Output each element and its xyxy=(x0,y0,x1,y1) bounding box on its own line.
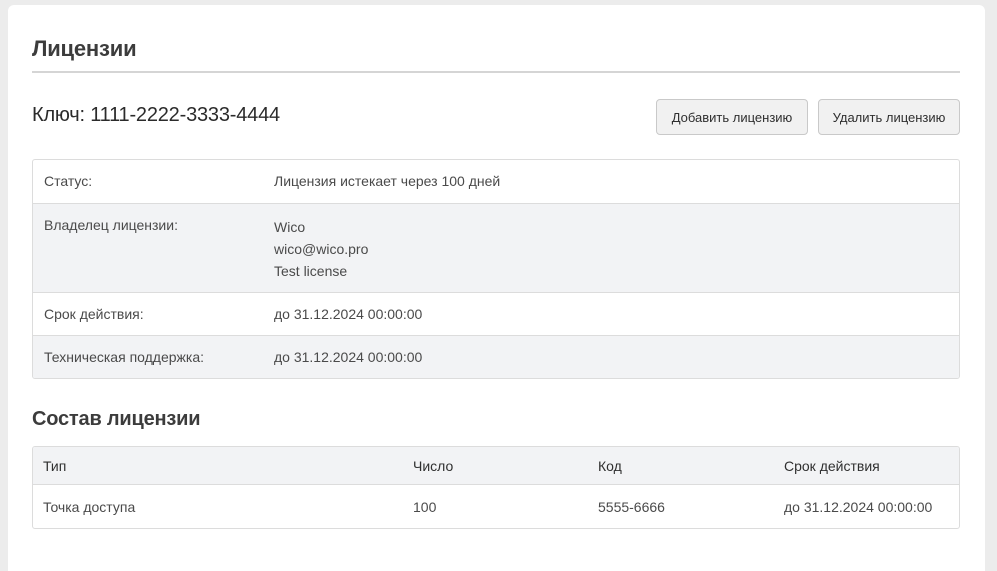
title-divider xyxy=(32,71,960,73)
validity-label: Срок действия: xyxy=(44,306,144,322)
delete-license-button[interactable]: Удалить лицензию xyxy=(818,99,960,135)
cell-type: Точка доступа xyxy=(43,499,136,515)
page-title: Лицензии xyxy=(32,36,137,61)
composition-table: Тип Число Код Срок действия Точка доступ… xyxy=(32,446,960,529)
header-validity: Срок действия xyxy=(784,458,880,474)
header-count: Число xyxy=(413,458,454,474)
support-value: до 31.12.2024 00:00:00 xyxy=(274,349,423,365)
composition-title: Состав лицензии xyxy=(32,408,201,430)
license-card: Лицензии Ключ: 1111-2222-3333-4444 Добав… xyxy=(8,5,985,571)
support-label: Техническая поддержка: xyxy=(44,349,205,365)
owner-row: Владелец лицензии: Wico wico@wico.pro Te… xyxy=(33,203,959,292)
owner-name: Wico xyxy=(274,219,306,235)
header-type: Тип xyxy=(43,458,67,474)
license-key-label: Ключ: 1111-2222-3333-4444 xyxy=(32,104,280,126)
owner-label: Владелец лицензии: xyxy=(44,217,178,233)
cell-code: 5555-6666 xyxy=(598,499,665,515)
owner-value: Wico wico@wico.pro Test license xyxy=(264,204,959,292)
cell-count: 100 xyxy=(413,499,437,515)
validity-value: до 31.12.2024 00:00:00 xyxy=(274,306,423,322)
owner-email: wico@wico.pro xyxy=(274,241,369,257)
owner-note: Test license xyxy=(274,263,348,279)
validity-row: Срок действия: до 31.12.2024 00:00:00 xyxy=(33,292,959,335)
license-info-table: Статус: Лицензия истекает через 100 дней… xyxy=(32,159,960,379)
status-row: Статус: Лицензия истекает через 100 дней xyxy=(33,160,959,203)
composition-table-header: Тип Число Код Срок действия xyxy=(33,447,959,485)
table-row: Точка доступа 100 5555-6666 до 31.12.202… xyxy=(33,485,959,528)
cell-validity: до 31.12.2024 00:00:00 xyxy=(784,499,933,515)
status-value: Лицензия истекает через 100 дней xyxy=(274,173,501,189)
support-row: Техническая поддержка: до 31.12.2024 00:… xyxy=(33,335,959,378)
add-license-button[interactable]: Добавить лицензию xyxy=(656,99,808,135)
status-label: Статус: xyxy=(44,173,93,189)
header-code: Код xyxy=(598,458,622,474)
